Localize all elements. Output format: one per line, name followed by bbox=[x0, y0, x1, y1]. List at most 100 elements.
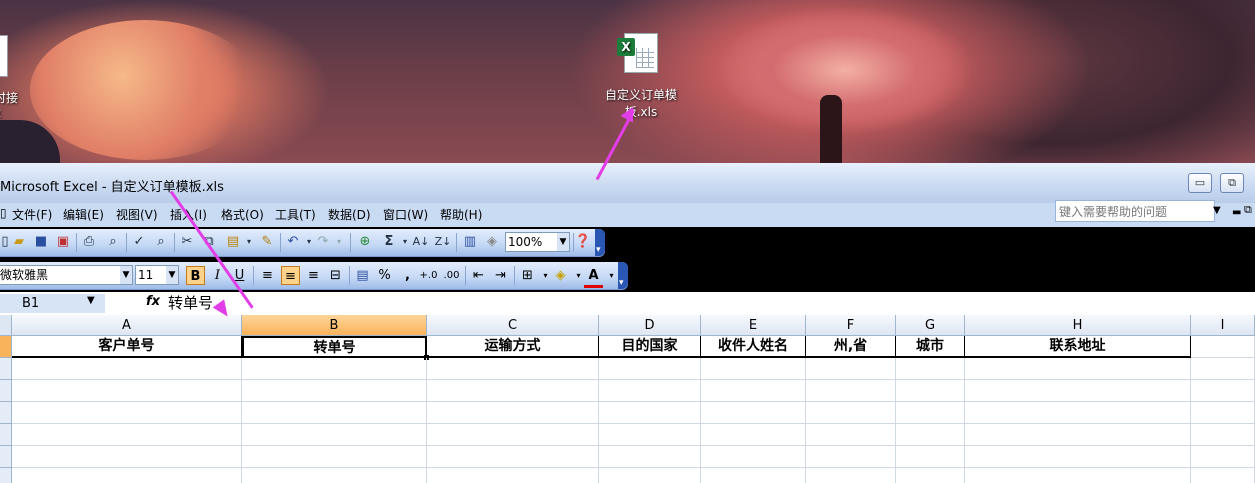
bold-button[interactable]: B bbox=[186, 266, 205, 285]
select-all-corner[interactable] bbox=[0, 315, 12, 336]
sort-ascending-icon[interactable]: A↓ bbox=[412, 233, 430, 251]
row-header-4[interactable] bbox=[0, 402, 12, 424]
cell-h3[interactable] bbox=[965, 380, 1191, 402]
name-box-dropdown-icon[interactable]: ▼ bbox=[87, 295, 95, 306]
menu-file[interactable]: 文件(F) bbox=[12, 206, 52, 223]
increase-indent-icon[interactable]: ⇥ bbox=[491, 266, 510, 285]
font-size-dropdown-icon[interactable]: ▼ bbox=[166, 266, 178, 284]
research-icon[interactable]: ⌕ bbox=[152, 233, 170, 251]
permission-icon[interactable]: ▣ bbox=[54, 233, 72, 251]
menu-edit[interactable]: 编辑(E) bbox=[63, 206, 104, 223]
cell-g7[interactable] bbox=[896, 468, 965, 483]
decrease-indent-icon[interactable]: ⇤ bbox=[469, 266, 488, 285]
column-header-g[interactable]: G bbox=[896, 315, 965, 336]
cell-d2[interactable] bbox=[599, 358, 701, 380]
decrease-decimal-icon[interactable]: .00 bbox=[442, 266, 461, 285]
column-header-b[interactable]: B bbox=[242, 315, 427, 336]
window-titlebar[interactable]: Microsoft Excel - 自定义订单模板.xls ▭ ⧉ bbox=[0, 163, 1255, 203]
column-header-h[interactable]: H bbox=[965, 315, 1191, 336]
row-header-1[interactable] bbox=[0, 336, 12, 358]
toolbar-options-grip[interactable] bbox=[618, 262, 628, 289]
cell-c2[interactable] bbox=[427, 358, 599, 380]
cell-c5[interactable] bbox=[427, 424, 599, 446]
spelling-icon[interactable]: ✓ bbox=[130, 233, 148, 251]
hyperlink-icon[interactable]: ⊕ bbox=[356, 233, 374, 251]
cell-i4[interactable] bbox=[1191, 402, 1255, 424]
increase-decimal-icon[interactable]: +.0 bbox=[419, 266, 438, 285]
cell-i7[interactable] bbox=[1191, 468, 1255, 483]
cell-e6[interactable] bbox=[701, 446, 806, 468]
print-preview-icon[interactable]: ⌕ bbox=[104, 233, 122, 251]
cell-c3[interactable] bbox=[427, 380, 599, 402]
cut-icon[interactable]: ✂ bbox=[178, 233, 196, 251]
cell-g2[interactable] bbox=[896, 358, 965, 380]
percent-button[interactable]: % bbox=[375, 266, 394, 285]
print-icon[interactable]: ⎙ bbox=[80, 233, 98, 251]
chart-wizard-icon[interactable]: ▥ bbox=[461, 233, 479, 251]
cell-h5[interactable] bbox=[965, 424, 1191, 446]
cell-i3[interactable] bbox=[1191, 380, 1255, 402]
font-size-select[interactable]: 11 ▼ bbox=[135, 265, 179, 285]
paste-dropdown-icon[interactable]: ▾ bbox=[240, 233, 258, 251]
cell-d5[interactable] bbox=[599, 424, 701, 446]
cell-e2[interactable] bbox=[701, 358, 806, 380]
toolbar-options-grip[interactable] bbox=[595, 229, 605, 256]
window-minimize-glyph[interactable]: ▬ bbox=[1232, 207, 1241, 218]
cell-e4[interactable] bbox=[701, 402, 806, 424]
cell-i1[interactable] bbox=[1191, 336, 1255, 358]
menu-data[interactable]: 数据(D) bbox=[328, 206, 371, 223]
cell-a7[interactable] bbox=[12, 468, 242, 483]
cell-a4[interactable] bbox=[12, 402, 242, 424]
insert-function-icon[interactable]: fx bbox=[146, 294, 160, 309]
cell-c6[interactable] bbox=[427, 446, 599, 468]
menu-view[interactable]: 视图(V) bbox=[116, 206, 158, 223]
help-icon[interactable]: ❓ bbox=[574, 233, 592, 251]
cell-f1[interactable]: 州,省 bbox=[806, 336, 896, 358]
cell-f6[interactable] bbox=[806, 446, 896, 468]
cell-h7[interactable] bbox=[965, 468, 1191, 483]
cell-f4[interactable] bbox=[806, 402, 896, 424]
menu-help[interactable]: 帮助(H) bbox=[440, 206, 482, 223]
align-center-icon[interactable]: ≡ bbox=[281, 266, 300, 285]
font-select[interactable]: 微软雅黑 ▼ bbox=[0, 265, 133, 285]
restore-button[interactable]: ⧉ bbox=[1220, 173, 1244, 193]
cell-g4[interactable] bbox=[896, 402, 965, 424]
align-right-icon[interactable]: ≡ bbox=[304, 266, 323, 285]
cell-e7[interactable] bbox=[701, 468, 806, 483]
help-dropdown-icon[interactable]: ▼ bbox=[1213, 205, 1221, 216]
cell-e3[interactable] bbox=[701, 380, 806, 402]
cell-f2[interactable] bbox=[806, 358, 896, 380]
fill-color-icon[interactable]: ◈ bbox=[551, 266, 570, 285]
cell-b1[interactable]: 转单号 bbox=[242, 336, 427, 358]
open-icon[interactable]: ▰ bbox=[10, 233, 28, 251]
cell-c1[interactable]: 运输方式 bbox=[427, 336, 599, 358]
column-header-d[interactable]: D bbox=[599, 315, 701, 336]
zoom-select[interactable]: 100% ▼ bbox=[505, 232, 570, 252]
cell-g5[interactable] bbox=[896, 424, 965, 446]
comma-button[interactable]: , bbox=[398, 266, 417, 285]
cell-d4[interactable] bbox=[599, 402, 701, 424]
format-painter-icon[interactable]: ✎ bbox=[258, 233, 276, 251]
cell-g6[interactable] bbox=[896, 446, 965, 468]
zoom-dropdown-icon[interactable]: ▼ bbox=[557, 233, 569, 251]
column-header-e[interactable]: E bbox=[701, 315, 806, 336]
cell-d3[interactable] bbox=[599, 380, 701, 402]
column-header-i[interactable]: I bbox=[1191, 315, 1255, 336]
cell-i2[interactable] bbox=[1191, 358, 1255, 380]
row-header-7[interactable] bbox=[0, 468, 12, 483]
cell-h2[interactable] bbox=[965, 358, 1191, 380]
cell-b4[interactable] bbox=[242, 402, 427, 424]
save-icon[interactable]: ■ bbox=[32, 233, 50, 251]
cell-i5[interactable] bbox=[1191, 424, 1255, 446]
cell-e1[interactable]: 收件人姓名 bbox=[701, 336, 806, 358]
formula-input[interactable]: 转单号 bbox=[168, 292, 213, 313]
redo-dropdown-icon[interactable]: ▾ bbox=[330, 233, 348, 251]
sort-descending-icon[interactable]: Z↓ bbox=[434, 233, 452, 251]
cell-f3[interactable] bbox=[806, 380, 896, 402]
cell-b6[interactable] bbox=[242, 446, 427, 468]
cell-g1[interactable]: 城市 bbox=[896, 336, 965, 358]
row-header-6[interactable] bbox=[0, 446, 12, 468]
cell-g3[interactable] bbox=[896, 380, 965, 402]
cell-i6[interactable] bbox=[1191, 446, 1255, 468]
row-header-3[interactable] bbox=[0, 380, 12, 402]
